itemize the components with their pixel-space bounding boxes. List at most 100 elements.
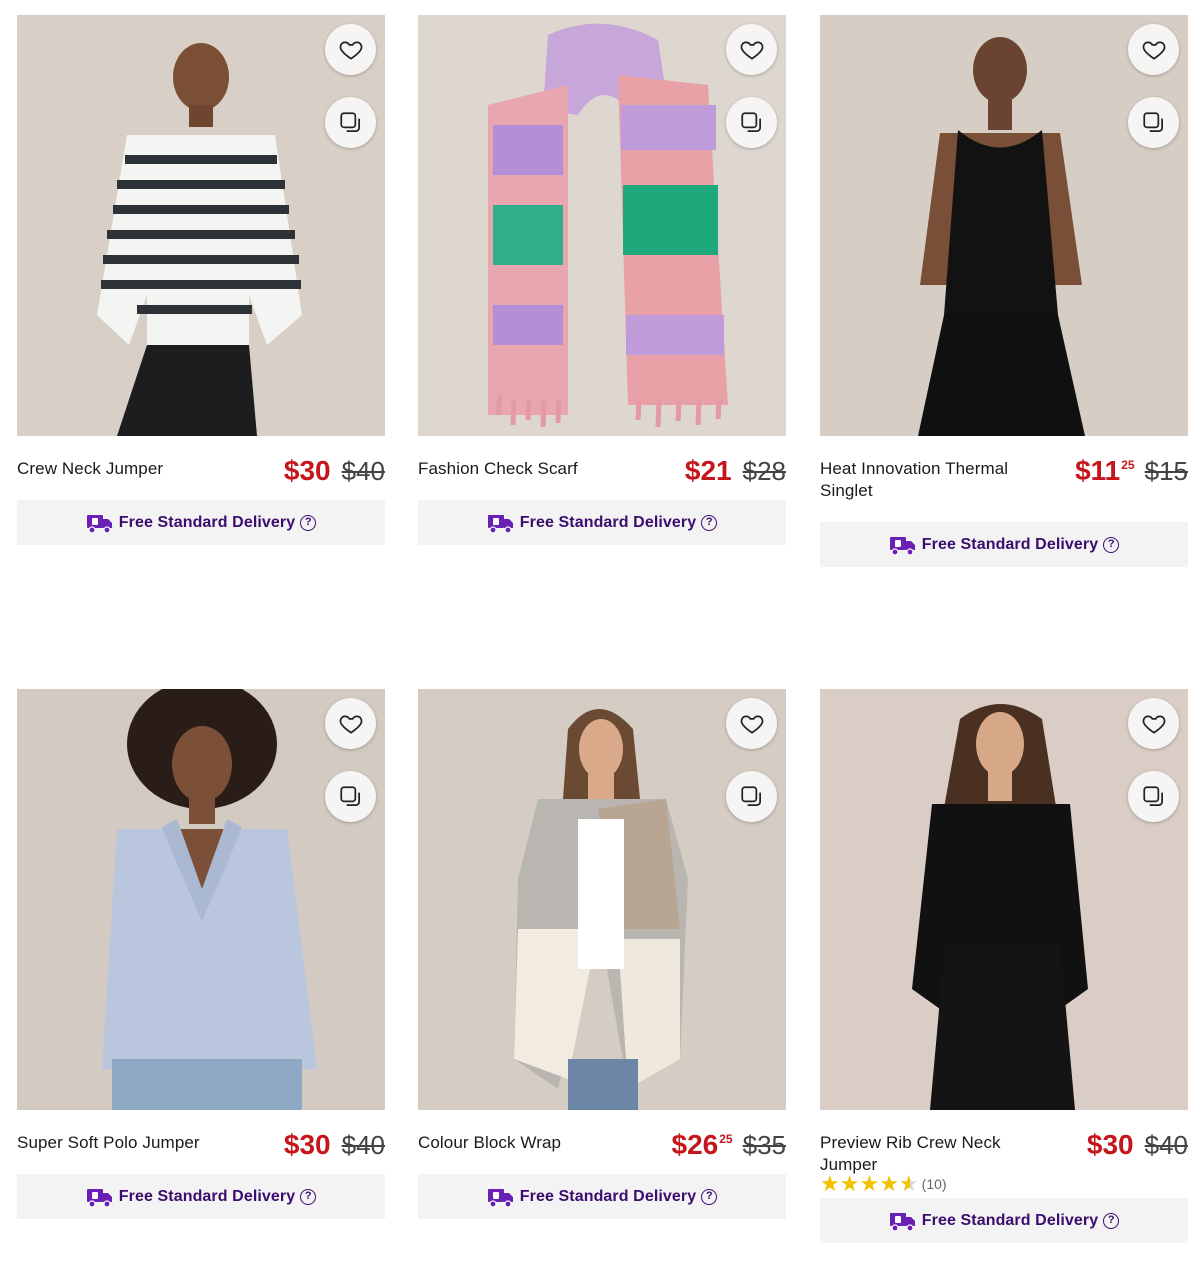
compare-button[interactable] [325, 771, 376, 822]
product-card[interactable]: Preview Rib Crew Neck Jumper $30 $40 ★ ★… [820, 689, 1188, 1243]
compare-squares-icon [1142, 785, 1163, 806]
help-circle-icon[interactable]: ? [1103, 536, 1120, 553]
product-image[interactable] [17, 15, 385, 436]
heart-outline-icon [740, 41, 763, 60]
sale-price: $26 [671, 1129, 719, 1160]
help-circle-icon[interactable]: ? [300, 514, 317, 531]
add-to-wishlist-button[interactable] [1128, 698, 1179, 749]
compare-button[interactable] [1128, 97, 1179, 148]
product-photo-polo-jumper [17, 689, 385, 1110]
product-name[interactable]: Heat Innovation Thermal Singlet [820, 458, 1040, 502]
add-to-wishlist-button[interactable] [1128, 24, 1179, 75]
star-full-icon: ★ [879, 1171, 899, 1196]
compare-squares-icon [740, 111, 761, 132]
sale-price: $30 [283, 1129, 331, 1160]
delivery-truck-icon [487, 1188, 513, 1208]
product-card[interactable]: Colour Block Wrap $26 25 $35 Free Standa… [418, 689, 786, 1219]
heart-outline-icon [1142, 41, 1165, 60]
original-price: $40 [341, 1130, 385, 1160]
product-price: $30 $40 [1086, 1129, 1188, 1161]
sale-price: $30 [283, 455, 331, 486]
heart-outline-icon [339, 715, 362, 734]
free-delivery-banner[interactable]: Free Standard Delivery ? [418, 500, 786, 545]
delivery-label: Free Standard Delivery [921, 1211, 1099, 1229]
original-price: $40 [341, 456, 385, 486]
help-circle-icon[interactable]: ? [300, 1188, 317, 1205]
sale-price-cents: 25 [1121, 458, 1135, 472]
add-to-wishlist-button[interactable] [726, 24, 777, 75]
product-photo-rib-crew-jumper [820, 689, 1188, 1110]
product-rating[interactable]: ★ ★ ★ ★ ★ (10) [820, 1172, 1188, 1196]
product-image[interactable] [820, 15, 1188, 436]
product-photo-striped-jumper [17, 15, 385, 436]
product-name[interactable]: Crew Neck Jumper [17, 458, 237, 480]
product-photo-thermal-singlet [820, 15, 1188, 436]
product-name[interactable]: Colour Block Wrap [418, 1132, 638, 1154]
product-card[interactable]: Super Soft Polo Jumper $30 $40 Free Stan… [17, 689, 385, 1219]
product-name[interactable]: Preview Rib Crew Neck Jumper [820, 1132, 1040, 1176]
delivery-truck-icon [487, 514, 513, 534]
star-rating: ★ ★ ★ ★ ★ [820, 1173, 919, 1195]
compare-button[interactable] [325, 97, 376, 148]
compare-squares-icon [740, 785, 761, 806]
product-photo-colour-block-wrap [418, 689, 786, 1110]
heart-outline-icon [339, 41, 362, 60]
star-full-icon: ★ [839, 1171, 860, 1196]
product-card[interactable]: Crew Neck Jumper $30 $40 Free Standard D… [17, 15, 385, 545]
product-name[interactable]: Super Soft Polo Jumper [17, 1132, 237, 1154]
original-price: $35 [742, 1130, 786, 1160]
product-image[interactable] [418, 15, 786, 436]
product-photo-check-scarf [418, 15, 786, 436]
compare-button[interactable] [726, 771, 777, 822]
add-to-wishlist-button[interactable] [726, 698, 777, 749]
delivery-label: Free Standard Delivery [519, 1187, 697, 1205]
original-price: $28 [742, 456, 786, 486]
delivery-label: Free Standard Delivery [118, 1187, 296, 1205]
help-circle-icon[interactable]: ? [701, 514, 718, 531]
delivery-label: Free Standard Delivery [118, 513, 296, 531]
free-delivery-banner[interactable]: Free Standard Delivery ? [820, 522, 1188, 567]
heart-outline-icon [740, 715, 763, 734]
compare-button[interactable] [726, 97, 777, 148]
delivery-truck-icon [86, 514, 112, 534]
free-delivery-banner[interactable]: Free Standard Delivery ? [820, 1198, 1188, 1243]
product-price: $30 $40 [283, 455, 385, 487]
delivery-label: Free Standard Delivery [921, 535, 1099, 553]
compare-button[interactable] [1128, 771, 1179, 822]
add-to-wishlist-button[interactable] [325, 698, 376, 749]
compare-squares-icon [339, 785, 360, 806]
product-image[interactable] [820, 689, 1188, 1110]
sale-price: $30 [1086, 1129, 1134, 1160]
free-delivery-banner[interactable]: Free Standard Delivery ? [17, 1174, 385, 1219]
product-image[interactable] [418, 689, 786, 1110]
star-full-icon: ★ [859, 1171, 880, 1196]
free-delivery-banner[interactable]: Free Standard Delivery ? [17, 500, 385, 545]
delivery-truck-icon [889, 1212, 915, 1232]
product-price: $21 $28 [684, 455, 786, 487]
product-price: $11 25 $15 [1075, 455, 1188, 487]
free-delivery-banner[interactable]: Free Standard Delivery ? [418, 1174, 786, 1219]
add-to-wishlist-button[interactable] [325, 24, 376, 75]
product-price: $30 $40 [283, 1129, 385, 1161]
delivery-label: Free Standard Delivery [519, 513, 697, 531]
product-card[interactable]: Fashion Check Scarf $21 $28 Free Standar… [418, 15, 786, 545]
rating-count: (10) [921, 1176, 947, 1192]
product-image[interactable] [17, 689, 385, 1110]
original-price: $15 [1144, 456, 1188, 486]
sale-price-cents: 25 [719, 1132, 733, 1146]
sale-price: $11 [1075, 455, 1121, 486]
delivery-truck-icon [86, 1188, 112, 1208]
help-circle-icon[interactable]: ? [701, 1188, 718, 1205]
original-price: $40 [1144, 1130, 1188, 1160]
product-price: $26 25 $35 [671, 1129, 786, 1161]
heart-outline-icon [1142, 715, 1165, 734]
sale-price: $21 [684, 455, 732, 486]
product-name[interactable]: Fashion Check Scarf [418, 458, 638, 480]
star-half-icon: ★ [898, 1171, 919, 1196]
delivery-truck-icon [889, 536, 915, 556]
product-card[interactable]: Heat Innovation Thermal Singlet $11 25 $… [820, 15, 1188, 567]
compare-squares-icon [1142, 111, 1163, 132]
compare-squares-icon [339, 111, 360, 132]
help-circle-icon[interactable]: ? [1103, 1212, 1120, 1229]
star-full-icon: ★ [820, 1171, 840, 1196]
